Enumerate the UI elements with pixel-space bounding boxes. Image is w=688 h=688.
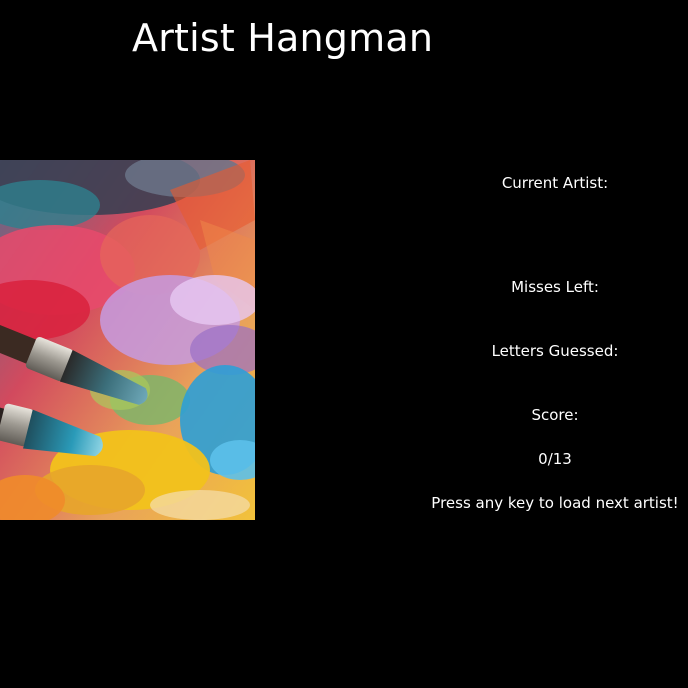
score-label: Score:: [531, 406, 579, 424]
paint-palette-brushes-image: [0, 160, 255, 520]
game-page: Artist Hangman Current Artist: Misses Le…: [0, 0, 688, 688]
letters-guessed-label: Letters Guessed:: [491, 342, 619, 360]
artwork-image: [0, 160, 255, 520]
page-title: Artist Hangman: [132, 16, 434, 60]
misses-left-label: Misses Left:: [511, 278, 599, 296]
score-value: 0/13: [538, 450, 572, 468]
next-artist-instruction: Press any key to load next artist!: [431, 494, 679, 512]
current-artist-label: Current Artist:: [501, 174, 609, 192]
